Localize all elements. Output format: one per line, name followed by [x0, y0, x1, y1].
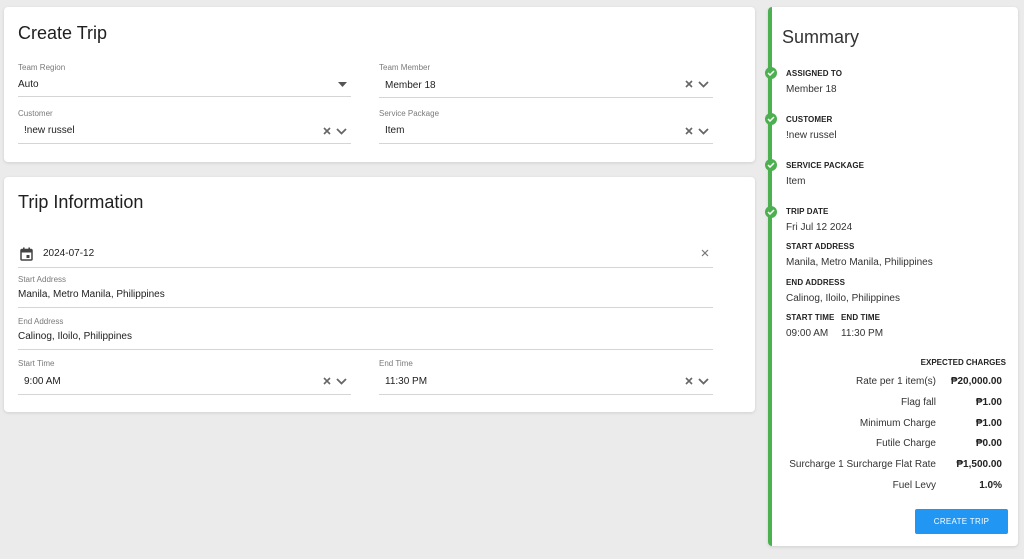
- charge-label: Surcharge 1 Surcharge Flat Rate: [789, 459, 936, 470]
- create-trip-title: Create Trip: [18, 23, 108, 43]
- end-address-input[interactable]: End Address Calinog, Iloilo, Philippines: [18, 317, 713, 351]
- charge-label: Flag fall: [900, 397, 936, 408]
- charge-amount: ₱20,000.00: [950, 376, 1002, 387]
- charge-label: Rate per 1 item(s): [855, 376, 936, 387]
- check-circle-icon: [765, 113, 777, 125]
- team-member-value: Member 18: [385, 80, 436, 91]
- calendar-icon[interactable]: [20, 247, 33, 266]
- assigned-to-label: ASSIGNED TO: [786, 69, 843, 78]
- charge-row: Futile Charge ₱0.00: [876, 438, 1002, 449]
- team-member-select[interactable]: Team Member Member 18: [379, 63, 713, 103]
- check-circle-icon: [765, 206, 777, 218]
- customer-label: CUSTOMER: [786, 115, 833, 124]
- end-time-label: End Time: [379, 359, 413, 368]
- customer-value: !new russel: [786, 130, 837, 141]
- team-region-select[interactable]: Team Region Auto: [18, 63, 351, 103]
- check-circle-icon: [765, 67, 777, 79]
- charge-amount: ₱1.00: [975, 418, 1002, 429]
- clear-icon[interactable]: [685, 80, 693, 88]
- team-region-value: Auto: [18, 79, 39, 90]
- end-address-value: Calinog, Iloilo, Philippines: [18, 331, 132, 342]
- create-trip-card: Create Trip Team Region Auto Team Member…: [4, 7, 755, 162]
- chevron-down-icon[interactable]: [336, 127, 347, 135]
- charge-row: Surcharge 1 Surcharge Flat Rate ₱1,500.00: [789, 459, 1002, 470]
- end-time-select[interactable]: End Time 11:30 PM: [379, 359, 713, 397]
- start-time-label: Start Time: [18, 359, 55, 368]
- customer-select[interactable]: Customer !new russel: [18, 109, 351, 149]
- charge-row: Fuel Levy 1.0%: [893, 480, 1002, 491]
- customer-label: Customer: [18, 109, 53, 118]
- trip-information-card: Trip Information 2024-07-12 Start Addres…: [4, 177, 755, 412]
- end-time-value: 11:30 PM: [841, 328, 884, 339]
- start-address-label: START ADDRESS: [786, 242, 855, 251]
- assigned-to-value: Member 18: [786, 84, 837, 95]
- charge-amount: ₱0.00: [975, 438, 1002, 449]
- clear-icon[interactable]: [323, 377, 331, 385]
- clear-icon[interactable]: [685, 377, 693, 385]
- start-time-label: START TIME: [786, 313, 835, 322]
- start-time-value: 9:00 AM: [24, 376, 61, 387]
- create-trip-button[interactable]: CREATE TRIP: [915, 509, 1008, 534]
- charge-label: Minimum Charge: [859, 418, 936, 429]
- start-address-value: Manila, Metro Manila, Philippines: [786, 257, 933, 268]
- clear-icon[interactable]: [685, 127, 693, 135]
- chevron-down-icon[interactable]: [698, 127, 709, 135]
- expected-charges-label: EXPECTED CHARGES: [920, 358, 1006, 367]
- charge-amount: ₱1.00: [975, 397, 1002, 408]
- end-address-value: Calinog, Iloilo, Philippines: [786, 293, 900, 304]
- charge-label: Fuel Levy: [892, 480, 936, 491]
- charge-row: Rate per 1 item(s) ₱20,000.00: [856, 376, 1002, 387]
- chevron-down-icon[interactable]: [336, 377, 347, 385]
- clear-icon[interactable]: [701, 249, 709, 257]
- service-package-label: SERVICE PACKAGE: [786, 161, 865, 170]
- trip-date-input[interactable]: 2024-07-12: [18, 243, 713, 269]
- start-address-label: Start Address: [18, 275, 67, 284]
- start-time-select[interactable]: Start Time 9:00 AM: [18, 359, 351, 397]
- start-address-value: Manila, Metro Manila, Philippines: [18, 289, 165, 300]
- end-time-label: END TIME: [841, 313, 881, 322]
- charge-amount: 1.0%: [979, 480, 1002, 491]
- timeline-line: [768, 7, 772, 546]
- customer-value: !new russel: [24, 125, 75, 136]
- trip-date-value: Fri Jul 12 2024: [786, 222, 853, 233]
- charge-row: Flag fall ₱1.00: [901, 397, 1002, 408]
- summary-panel: Summary ASSIGNED TO Member 18 CUSTOMER !…: [765, 7, 1018, 546]
- charge-label: Futile Charge: [875, 438, 936, 449]
- service-package-label: Service Package: [379, 109, 440, 118]
- check-circle-icon: [765, 159, 777, 171]
- service-package-value: Item: [385, 125, 405, 136]
- chevron-down-icon[interactable]: [698, 377, 709, 385]
- summary-title: Summary: [782, 27, 860, 47]
- team-member-label: Team Member: [379, 63, 431, 72]
- chevron-down-icon[interactable]: [698, 80, 709, 88]
- service-package-value: Item: [786, 176, 806, 187]
- charge-row: Minimum Charge ₱1.00: [860, 418, 1002, 429]
- caret-down-icon[interactable]: [338, 82, 347, 87]
- trip-date-value: 2024-07-12: [43, 248, 95, 259]
- start-address-input[interactable]: Start Address Manila, Metro Manila, Phil…: [18, 275, 713, 309]
- end-address-label: END ADDRESS: [786, 278, 846, 287]
- end-address-label: End Address: [18, 317, 64, 326]
- team-region-label: Team Region: [18, 63, 66, 72]
- trip-date-label: TRIP DATE: [786, 207, 829, 216]
- charge-amount: ₱1,500.00: [956, 459, 1002, 470]
- end-time-value: 11:30 PM: [385, 376, 428, 387]
- clear-icon[interactable]: [323, 127, 331, 135]
- start-time-value: 09:00 AM: [786, 328, 829, 339]
- service-package-select[interactable]: Service Package Item: [379, 109, 713, 149]
- trip-information-title: Trip Information: [18, 192, 144, 212]
